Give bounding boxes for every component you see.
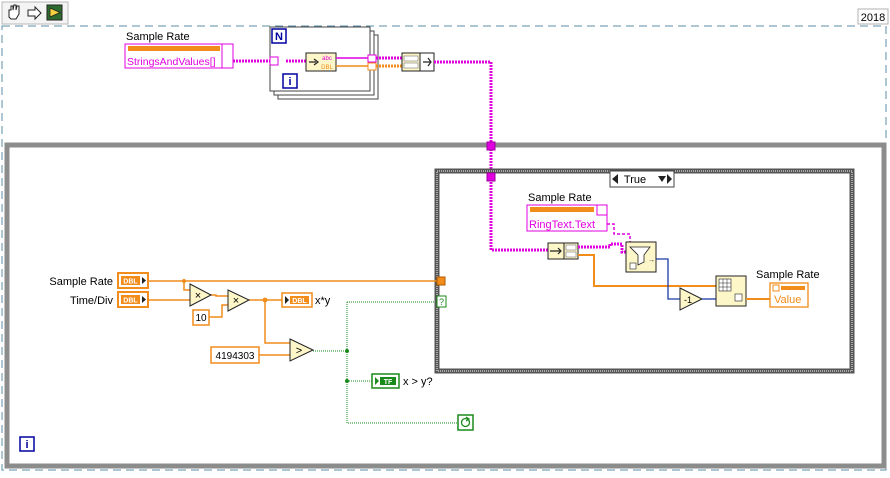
input-time-div-label: Time/Div <box>70 295 113 307</box>
input-time-div-terminal[interactable]: DBL <box>117 291 149 308</box>
loop-input-tunnel <box>269 56 279 66</box>
top-control-label: Sample Rate <box>126 31 190 43</box>
top-sample-rate-control[interactable]: Sample Rate StringsAndValues[] <box>124 31 234 69</box>
gt-label: x > y? <box>403 376 433 388</box>
wire-junction-sample-rate <box>182 279 186 283</box>
run-icon[interactable] <box>46 4 63 21</box>
svg-text:>: > <box>296 345 302 357</box>
while-index-label: i <box>25 439 28 451</box>
input-time-div-type: DBL <box>123 298 138 305</box>
svg-text:DBL: DBL <box>292 298 307 305</box>
index-array-node[interactable] <box>715 275 747 307</box>
search-array-node[interactable]: → <box>625 241 657 273</box>
case-boolean-selector[interactable]: ? <box>436 295 447 308</box>
block-diagram: 2018 N i Sample Rate StringsAndValues[] … <box>1 1 889 471</box>
bool-junction-1 <box>345 349 349 353</box>
svg-text:→: → <box>648 257 655 264</box>
svg-text:×: × <box>195 290 201 302</box>
case-indicator-label: Sample Rate <box>756 269 820 281</box>
loop-count-label: N <box>275 31 283 43</box>
multiply-node-1[interactable]: × <box>189 283 213 307</box>
case-selector-label: True <box>624 174 646 186</box>
unbundle-top-type: abc <box>322 56 332 62</box>
case-control-label: Sample Rate <box>528 192 592 204</box>
case-selector[interactable]: True <box>609 170 675 188</box>
greater-than-node[interactable]: > <box>289 338 315 362</box>
top-control-value: StringsAndValues[] <box>127 56 216 68</box>
case-control-fill <box>530 207 594 212</box>
xy-label: x*y <box>315 295 331 307</box>
multiply-node-2[interactable]: × <box>227 289 251 312</box>
loop-condition-terminal[interactable] <box>457 414 474 431</box>
case-unbundle-node[interactable] <box>547 242 579 260</box>
toolbar: 2018 <box>1 1 889 25</box>
svg-text:×: × <box>233 295 239 307</box>
const-ten-label: 10 <box>195 313 207 324</box>
case-question-label: ? <box>439 297 444 307</box>
const-max-value[interactable]: 4194303 <box>210 346 260 364</box>
case-tunnel <box>486 172 496 182</box>
hand-icon[interactable] <box>8 4 20 20</box>
input-sample-rate-terminal[interactable]: DBL <box>117 272 149 289</box>
bool-junction-2 <box>345 379 349 383</box>
unbundle-bottom-type: DBL <box>321 65 333 71</box>
minus-one-node[interactable]: -1 <box>679 287 704 311</box>
year-label: 2018 <box>861 12 885 24</box>
case-selector-tunnel <box>436 276 446 286</box>
loop-output-tunnel-value <box>367 62 377 71</box>
case-sample-rate-control[interactable]: Sample Rate RingText.Text <box>526 192 608 232</box>
loop-output-wires <box>376 56 402 68</box>
svg-text:TF: TF <box>384 379 393 386</box>
case-control-value: RingText.Text <box>529 219 595 231</box>
minus-one-label: -1 <box>684 295 692 305</box>
top-control-fill <box>128 46 220 51</box>
case-indicator-value: Value <box>774 294 801 306</box>
loop-index-label: i <box>288 76 291 88</box>
wire-junction-product <box>262 297 268 303</box>
input-sample-rate-label: Sample Rate <box>49 276 113 288</box>
tf-indicator: TF x > y? <box>371 373 433 389</box>
const-ten[interactable]: 10 <box>192 309 210 326</box>
case-sample-rate-indicator: Sample Rate Value <box>756 269 820 308</box>
loop-output-tunnel-string <box>367 54 377 63</box>
const-max-label: 4194303 <box>216 351 255 362</box>
xy-indicator: DBL x*y <box>281 292 331 308</box>
input-sample-rate-type: DBL <box>123 279 138 286</box>
search-index-wire <box>656 258 680 300</box>
bundle-node[interactable] <box>401 52 435 72</box>
while-index-terminal: i <box>19 436 35 452</box>
while-loop-tunnel <box>486 141 496 151</box>
unbundle-node[interactable]: abc DBL <box>305 52 337 72</box>
diagram-boundary <box>1 25 887 471</box>
